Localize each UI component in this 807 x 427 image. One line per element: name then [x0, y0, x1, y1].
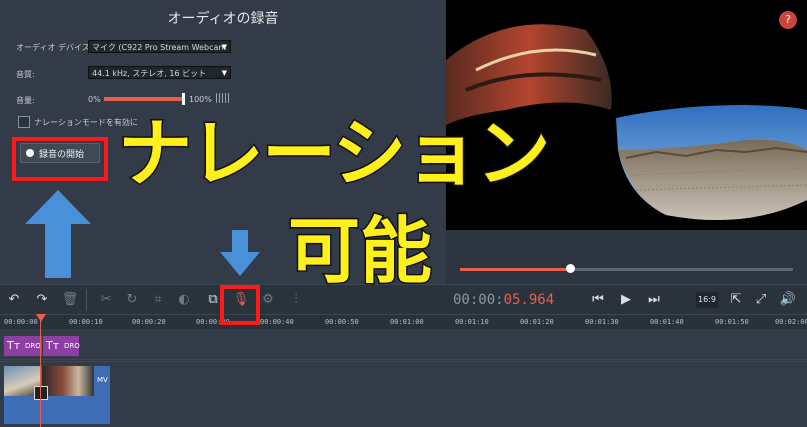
- ruler-tick: 00:01:40: [650, 318, 684, 326]
- arrow-up-icon: [25, 190, 91, 278]
- ruler-tick: 00:00:10: [69, 318, 103, 326]
- track-divider: [0, 359, 807, 360]
- aspect-ratio-button[interactable]: 16:9: [696, 292, 718, 308]
- highlight-box-microphone: [220, 285, 260, 325]
- seek-bar[interactable]: [460, 264, 793, 273]
- ruler-tick: 00:01:10: [455, 318, 489, 326]
- volume-label: 音量:: [16, 96, 35, 105]
- playhead[interactable]: [40, 316, 41, 427]
- next-frame-icon[interactable]: ⏭: [644, 290, 664, 310]
- overlay-headline: ナレーション: [117, 110, 553, 199]
- arrow-down-icon: [220, 230, 260, 276]
- audio-quality-select[interactable]: 44.1 kHz, ステレオ, 16 ビット ▼: [88, 66, 231, 79]
- toolbar-divider: [86, 289, 87, 311]
- previous-frame-icon[interactable]: ⏮: [588, 290, 608, 310]
- ruler-tick: 00:00:20: [132, 318, 166, 326]
- track-divider: [0, 361, 807, 362]
- seek-area: [446, 230, 807, 284]
- title-clip-label: DRO: [25, 342, 41, 350]
- highlight-box-record-button: [12, 137, 108, 181]
- time-value: 05.964: [503, 292, 555, 308]
- ruler-tick: 00:01:30: [585, 318, 619, 326]
- title-clip-label: DRO: [64, 342, 80, 350]
- audio-device-value: マイク (C922 Pro Stream Webcam: [92, 43, 227, 52]
- clip-thumbnail: [42, 366, 94, 396]
- time-display: 00:00:05.964: [453, 292, 554, 308]
- help-button[interactable]: ?: [779, 11, 797, 29]
- timeline-ruler[interactable]: 00:00:00 00:00:10 00:00:20 00:00:30 00:0…: [0, 314, 807, 330]
- ruler-tick: 00:02:00: [775, 318, 807, 326]
- redo-icon[interactable]: ↷: [32, 290, 52, 310]
- seek-bar-fill: [460, 268, 570, 271]
- ruler-tick: 00:00:50: [325, 318, 359, 326]
- chevron-down-icon: ▼: [221, 43, 227, 51]
- title-icon: Tт: [46, 339, 60, 352]
- chevron-down-icon: ▼: [221, 69, 227, 77]
- video-clip[interactable]: MV: [4, 366, 110, 424]
- volume-icon[interactable]: 🔊: [778, 290, 798, 310]
- volume-min: 0%: [88, 95, 101, 104]
- ruler-tick: 00:01:00: [390, 318, 424, 326]
- player-controls: 00:00:05.964 ⏮ ▶ ⏭ 16:9 ⇱ ⤢ 🔊: [446, 284, 807, 315]
- popout-icon[interactable]: ⇱: [726, 290, 746, 310]
- seek-handle[interactable]: [565, 264, 575, 273]
- title-clip[interactable]: Tт DRO: [4, 336, 42, 356]
- ruler-tick: 00:01:20: [520, 318, 554, 326]
- ruler-tick: 00:00:40: [260, 318, 294, 326]
- crop-icon[interactable]: ⌗: [148, 290, 168, 310]
- trash-icon[interactable]: 🗑: [60, 290, 80, 310]
- timeline-tracks: Tт DRO Tт DRO MV: [0, 329, 807, 427]
- video-clip-label: MV: [97, 376, 108, 384]
- overlay-subline: 可能: [286, 208, 433, 295]
- title-clip[interactable]: Tт DRO: [43, 336, 80, 356]
- audio-device-select[interactable]: マイク (C922 Pro Stream Webcam ▼: [88, 40, 231, 53]
- rotate-icon[interactable]: ↻: [122, 290, 142, 310]
- title-icon: Tт: [7, 339, 21, 352]
- quality-label: 音質:: [16, 70, 35, 79]
- gear-icon[interactable]: ⚙: [258, 290, 278, 310]
- color-adjust-icon[interactable]: ◐: [174, 290, 194, 310]
- split-icon[interactable]: ✂: [96, 290, 116, 310]
- device-label: オーディオ デバイス:: [16, 43, 93, 52]
- narration-checkbox[interactable]: [18, 116, 30, 128]
- ruler-tick: 00:01:50: [715, 318, 749, 326]
- playhead-handle[interactable]: [36, 314, 46, 322]
- panel-title: オーディオの録音: [167, 11, 279, 27]
- time-prefix: 00:00:: [453, 292, 504, 308]
- undo-icon[interactable]: ↶: [4, 290, 24, 310]
- audio-quality-value: 44.1 kHz, ステレオ, 16 ビット: [92, 69, 207, 78]
- fullscreen-icon[interactable]: ⤢: [751, 290, 771, 310]
- ruler-tick: 00:00:00: [4, 318, 38, 326]
- play-icon[interactable]: ▶: [616, 290, 636, 310]
- transition-marker-icon[interactable]: [34, 386, 48, 400]
